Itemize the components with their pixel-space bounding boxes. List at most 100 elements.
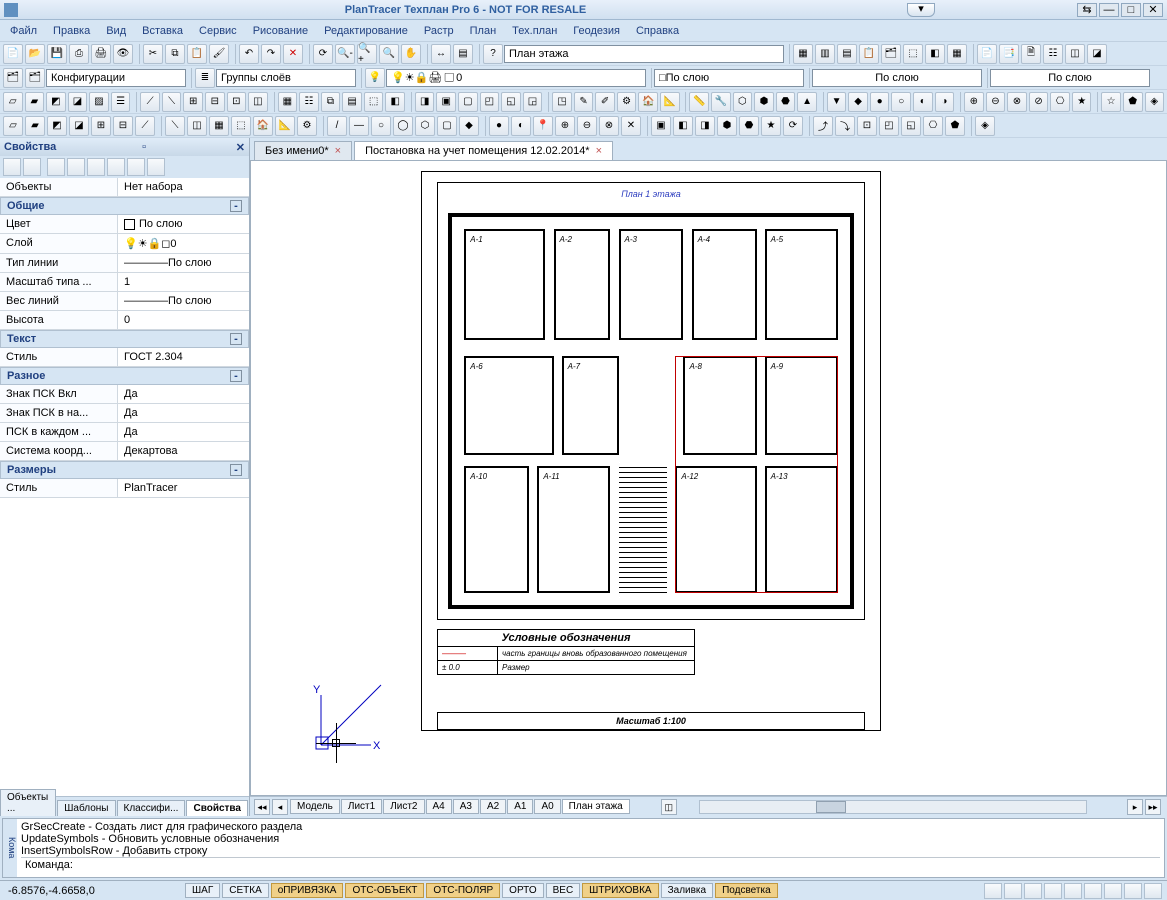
extra-btn-4[interactable]: ⊞: [91, 116, 111, 136]
tb-c[interactable]: ▤: [837, 44, 857, 64]
menu-Файл[interactable]: Файл: [2, 23, 45, 39]
extra-btn-7[interactable]: ⟍: [165, 116, 185, 136]
doc-tab-close-0[interactable]: ×: [335, 145, 341, 157]
extra-btn-8[interactable]: ◫: [187, 116, 207, 136]
draw-btn-30[interactable]: 📏: [689, 92, 709, 112]
extra-btn-11[interactable]: 🏠: [253, 116, 273, 136]
copy-icon[interactable]: ⧉: [165, 44, 185, 64]
erase-icon[interactable]: ✕: [283, 44, 303, 64]
extra-btn-41[interactable]: ⬟: [945, 116, 965, 136]
extra-btn-17[interactable]: ◯: [393, 116, 413, 136]
draw-btn-11[interactable]: ◫: [248, 92, 268, 112]
model-tab-4[interactable]: А3: [453, 799, 479, 814]
status-icon-0[interactable]: [984, 883, 1002, 899]
extra-btn-32[interactable]: ⬣: [739, 116, 759, 136]
command-input[interactable]: [76, 859, 981, 871]
model-tab-0[interactable]: Модель: [290, 799, 340, 814]
undo-icon[interactable]: ↶: [239, 44, 259, 64]
preview-icon[interactable]: 👁: [113, 44, 133, 64]
tb-b[interactable]: ▥: [815, 44, 835, 64]
draw-btn-15[interactable]: ▤: [342, 92, 362, 112]
tb-n[interactable]: ◪: [1087, 44, 1107, 64]
tb-m[interactable]: ◫: [1065, 44, 1085, 64]
draw-btn-4[interactable]: ▨: [89, 92, 109, 112]
regen-icon[interactable]: ⟳: [313, 44, 333, 64]
extra-btn-36[interactable]: ⤵: [835, 116, 855, 136]
menu-Правка[interactable]: Правка: [45, 23, 98, 39]
draw-btn-42[interactable]: ⊕: [964, 92, 984, 112]
extra-btn-9[interactable]: ▦: [209, 116, 229, 136]
status-ШАГ[interactable]: ШАГ: [185, 883, 220, 898]
prop-btn-4[interactable]: [67, 158, 85, 176]
extra-btn-37[interactable]: ⊡: [857, 116, 877, 136]
layers-icon[interactable]: ≣: [195, 68, 215, 88]
prop-btn-5[interactable]: [87, 158, 105, 176]
model-tab-2[interactable]: Лист2: [383, 799, 424, 814]
prop-btn-1[interactable]: [3, 158, 21, 176]
lweight-combo[interactable]: [990, 69, 1150, 87]
prop-pin-icon[interactable]: ▫: [142, 141, 146, 153]
mtab-nav-r[interactable]: ▸▸: [1145, 799, 1161, 815]
prop-tab-1[interactable]: Шаблоны: [57, 800, 115, 816]
tb-k[interactable]: 🗎: [1021, 44, 1041, 64]
menu-Сервис[interactable]: Сервис: [191, 23, 245, 39]
menu-Справка[interactable]: Справка: [628, 23, 687, 39]
collapse-dims[interactable]: -: [230, 464, 242, 476]
draw-btn-44[interactable]: ⊗: [1007, 92, 1027, 112]
model-tab-1[interactable]: Лист1: [341, 799, 382, 814]
prop-ucsperview-v[interactable]: Да: [118, 423, 249, 441]
prop-btn-3[interactable]: [47, 158, 65, 176]
hscroll[interactable]: [699, 800, 1087, 814]
prop-tab-2[interactable]: Классифи...: [117, 800, 186, 816]
status-ШТРИХОВКА[interactable]: ШТРИХОВКА: [582, 883, 658, 898]
draw-btn-36[interactable]: ▼: [827, 92, 847, 112]
pan-icon[interactable]: ✋: [401, 44, 421, 64]
mtab-nav[interactable]: ◂: [272, 799, 288, 815]
extra-btn-16[interactable]: ○: [371, 116, 391, 136]
tb-i[interactable]: 📄: [977, 44, 997, 64]
extra-btn-14[interactable]: /: [327, 116, 347, 136]
extra-btn-26[interactable]: ⊗: [599, 116, 619, 136]
status-icon-8[interactable]: [1144, 883, 1162, 899]
extra-btn-12[interactable]: 📐: [275, 116, 295, 136]
status-Подсветка[interactable]: Подсветка: [715, 883, 778, 898]
extra-btn-3[interactable]: ◪: [69, 116, 89, 136]
draw-btn-9[interactable]: ⊟: [205, 92, 225, 112]
draw-btn-1[interactable]: ▰: [25, 92, 45, 112]
draw-btn-27[interactable]: ⚙: [617, 92, 637, 112]
draw-btn-7[interactable]: ⟍: [162, 92, 182, 112]
extra-btn-35[interactable]: ⤴: [813, 116, 833, 136]
prop-objects-v[interactable]: Нет набора: [118, 178, 249, 196]
new-icon[interactable]: 📄: [3, 44, 23, 64]
tb-e[interactable]: 🗂: [881, 44, 901, 64]
extra-btn-10[interactable]: ⬚: [231, 116, 251, 136]
prop-ltype-v[interactable]: ———— По слою: [118, 254, 249, 272]
prop-ucsiconpos-v[interactable]: Да: [118, 404, 249, 422]
tb-d[interactable]: 📋: [859, 44, 879, 64]
prop-layer-v[interactable]: 💡☀🔒◻0: [118, 234, 249, 253]
configs-combo[interactable]: [46, 69, 186, 87]
draw-btn-28[interactable]: 🏠: [638, 92, 658, 112]
draw-btn-13[interactable]: ☷: [299, 92, 319, 112]
draw-btn-19[interactable]: ▣: [436, 92, 456, 112]
draw-btn-47[interactable]: ★: [1072, 92, 1092, 112]
extra-btn-20[interactable]: ◆: [459, 116, 479, 136]
extra-btn-40[interactable]: ⎔: [923, 116, 943, 136]
status-оПРИВЯЗКА[interactable]: оПРИВЯЗКА: [271, 883, 344, 898]
menu-Рисование[interactable]: Рисование: [245, 23, 316, 39]
draw-btn-21[interactable]: ◰: [480, 92, 500, 112]
prop-btn-6[interactable]: [107, 158, 125, 176]
ltype-combo[interactable]: [812, 69, 982, 87]
draw-btn-37[interactable]: ◆: [848, 92, 868, 112]
drawing-canvas[interactable]: План 1 этажа A-1 A-2 A-3 A-4 A-5 A-6 A-7…: [250, 160, 1167, 796]
extra-btn-33[interactable]: ★: [761, 116, 781, 136]
draw-btn-5[interactable]: ☰: [111, 92, 131, 112]
extra-btn-34[interactable]: ⟳: [783, 116, 803, 136]
menu-План[interactable]: План: [462, 23, 505, 39]
draw-btn-6[interactable]: ⟋: [140, 92, 160, 112]
area-icon[interactable]: ▤: [453, 44, 473, 64]
prop-color-v[interactable]: По слою: [118, 215, 249, 233]
extra-btn-18[interactable]: ⬡: [415, 116, 435, 136]
status-icon-4[interactable]: [1064, 883, 1082, 899]
extra-btn-39[interactable]: ◱: [901, 116, 921, 136]
